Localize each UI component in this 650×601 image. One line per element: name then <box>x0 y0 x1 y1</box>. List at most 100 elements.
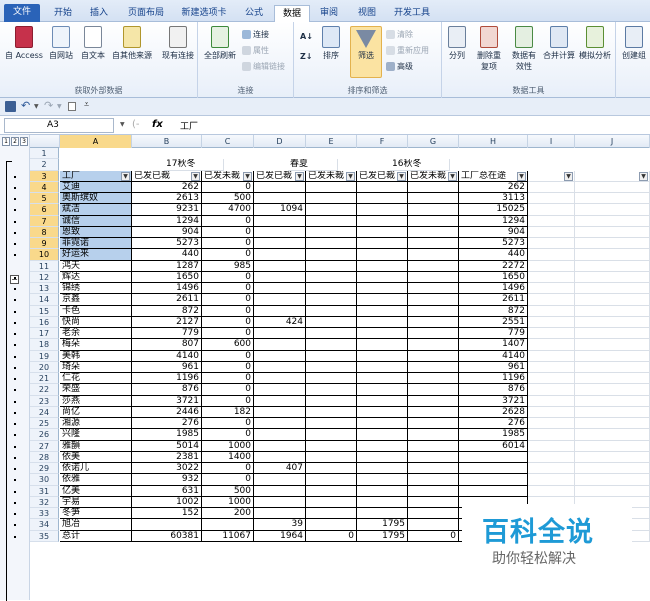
table-cell[interactable] <box>357 429 408 441</box>
table-cell[interactable] <box>528 283 575 295</box>
reapply-button[interactable]: 重新应用 <box>386 44 429 57</box>
table-cell[interactable]: 1287 <box>132 260 202 272</box>
chevron-down-icon[interactable]: ▼ <box>57 103 62 110</box>
table-cell[interactable]: 0 <box>306 530 357 542</box>
empty-cell[interactable]: ▼ <box>528 170 575 182</box>
table-cell[interactable] <box>306 463 357 475</box>
row-header[interactable]: 15 <box>30 305 59 317</box>
table-cell[interactable] <box>528 440 575 452</box>
table-cell[interactable]: 872 <box>132 305 202 317</box>
row-header[interactable]: 16 <box>30 316 59 328</box>
table-cell[interactable]: 0 <box>202 271 254 283</box>
table-cell[interactable] <box>357 339 408 351</box>
table-cell[interactable] <box>408 463 459 475</box>
column-header-i[interactable]: I <box>528 135 575 148</box>
column-header-c[interactable]: C <box>202 135 254 148</box>
table-cell[interactable]: 2272 <box>459 260 528 272</box>
table-cell[interactable]: 辉达 <box>60 271 132 283</box>
header-cell[interactable]: 工厂 ▼ <box>60 170 132 182</box>
table-cell[interactable] <box>528 361 575 373</box>
table-cell[interactable] <box>528 238 575 250</box>
table-cell[interactable]: 雅韻 <box>60 440 132 452</box>
table-cell[interactable]: 2611 <box>459 294 528 306</box>
sort-button[interactable]: 排序 <box>318 26 344 61</box>
table-cell[interactable] <box>254 429 306 441</box>
table-cell[interactable] <box>528 215 575 227</box>
table-cell[interactable] <box>528 271 575 283</box>
row-header[interactable]: 28 <box>30 451 59 463</box>
table-cell[interactable] <box>357 508 408 520</box>
table-cell[interactable] <box>528 418 575 430</box>
table-cell[interactable] <box>408 373 459 385</box>
table-cell[interactable] <box>306 429 357 441</box>
row-header[interactable]: 32 <box>30 496 59 508</box>
table-cell[interactable]: 荣盛 <box>60 384 132 396</box>
table-cell[interactable]: 0 <box>202 429 254 441</box>
edit-links-button[interactable]: 编辑链接 <box>242 60 285 73</box>
table-cell[interactable]: 961 <box>459 361 528 373</box>
table-cell[interactable]: 500 <box>202 193 254 205</box>
table-cell[interactable] <box>357 271 408 283</box>
table-cell[interactable]: 锦绣 <box>60 283 132 295</box>
table-cell[interactable] <box>575 238 650 250</box>
table-cell[interactable] <box>408 249 459 261</box>
row-header[interactable]: 7 <box>30 215 59 227</box>
table-cell[interactable]: 0 <box>202 249 254 261</box>
table-cell[interactable] <box>408 395 459 407</box>
table-cell[interactable]: 262 <box>459 181 528 193</box>
table-cell[interactable] <box>357 463 408 475</box>
table-cell[interactable] <box>254 181 306 193</box>
table-cell[interactable] <box>357 373 408 385</box>
table-cell[interactable] <box>202 519 254 531</box>
table-cell[interactable] <box>306 181 357 193</box>
table-cell[interactable] <box>357 215 408 227</box>
table-cell[interactable]: 500 <box>202 485 254 497</box>
table-cell[interactable] <box>254 238 306 250</box>
table-cell[interactable] <box>306 361 357 373</box>
filter-dropdown-icon[interactable]: ▼ <box>295 171 304 181</box>
row-header[interactable]: 6 <box>30 204 59 216</box>
table-cell[interactable]: 鸿天 <box>60 260 132 272</box>
row-header[interactable]: 26 <box>30 429 59 441</box>
table-cell[interactable] <box>408 429 459 441</box>
row-header[interactable]: 33 <box>30 508 59 520</box>
row-header[interactable]: 19 <box>30 350 59 362</box>
table-cell[interactable] <box>459 463 528 475</box>
table-cell[interactable]: 985 <box>202 260 254 272</box>
table-cell[interactable]: 宇易 <box>60 496 132 508</box>
table-cell[interactable] <box>254 395 306 407</box>
table-cell[interactable] <box>306 204 357 216</box>
header-cell[interactable]: 已发已裁 ▼ <box>254 170 306 182</box>
table-cell[interactable]: 3022 <box>132 463 202 475</box>
table-cell[interactable] <box>254 361 306 373</box>
table-cell[interactable]: 依美 <box>60 451 132 463</box>
row-header[interactable]: 31 <box>30 485 59 497</box>
table-cell[interactable] <box>528 429 575 441</box>
table-cell[interactable] <box>254 406 306 418</box>
table-cell[interactable] <box>306 226 357 238</box>
table-cell[interactable] <box>528 350 575 362</box>
filter-dropdown-icon[interactable]: ▼ <box>121 171 130 181</box>
table-cell[interactable] <box>357 474 408 486</box>
column-header-f[interactable]: F <box>357 135 408 148</box>
table-cell[interactable] <box>575 271 650 283</box>
table-cell[interactable] <box>408 485 459 497</box>
table-cell[interactable]: 琦朵 <box>60 361 132 373</box>
table-cell[interactable]: 兴隆 <box>60 429 132 441</box>
table-cell[interactable]: 1000 <box>202 496 254 508</box>
undo-icon[interactable]: ↶ <box>21 99 30 112</box>
table-cell[interactable]: 旭冶 <box>60 519 132 531</box>
table-cell[interactable]: 1094 <box>254 204 306 216</box>
text-to-columns-button[interactable]: 分列 <box>444 26 470 61</box>
sort-asc-button[interactable]: A↓ <box>300 30 313 43</box>
table-cell[interactable] <box>357 283 408 295</box>
table-cell[interactable]: 快尚 <box>60 316 132 328</box>
filter-dropdown-icon[interactable]: ▼ <box>448 171 457 181</box>
table-cell[interactable]: 0 <box>202 463 254 475</box>
table-cell[interactable] <box>408 474 459 486</box>
table-cell[interactable] <box>575 181 650 193</box>
table-cell[interactable]: 0 <box>202 181 254 193</box>
table-cell[interactable] <box>528 451 575 463</box>
table-cell[interactable]: 807 <box>132 339 202 351</box>
table-cell[interactable]: 15025 <box>459 204 528 216</box>
